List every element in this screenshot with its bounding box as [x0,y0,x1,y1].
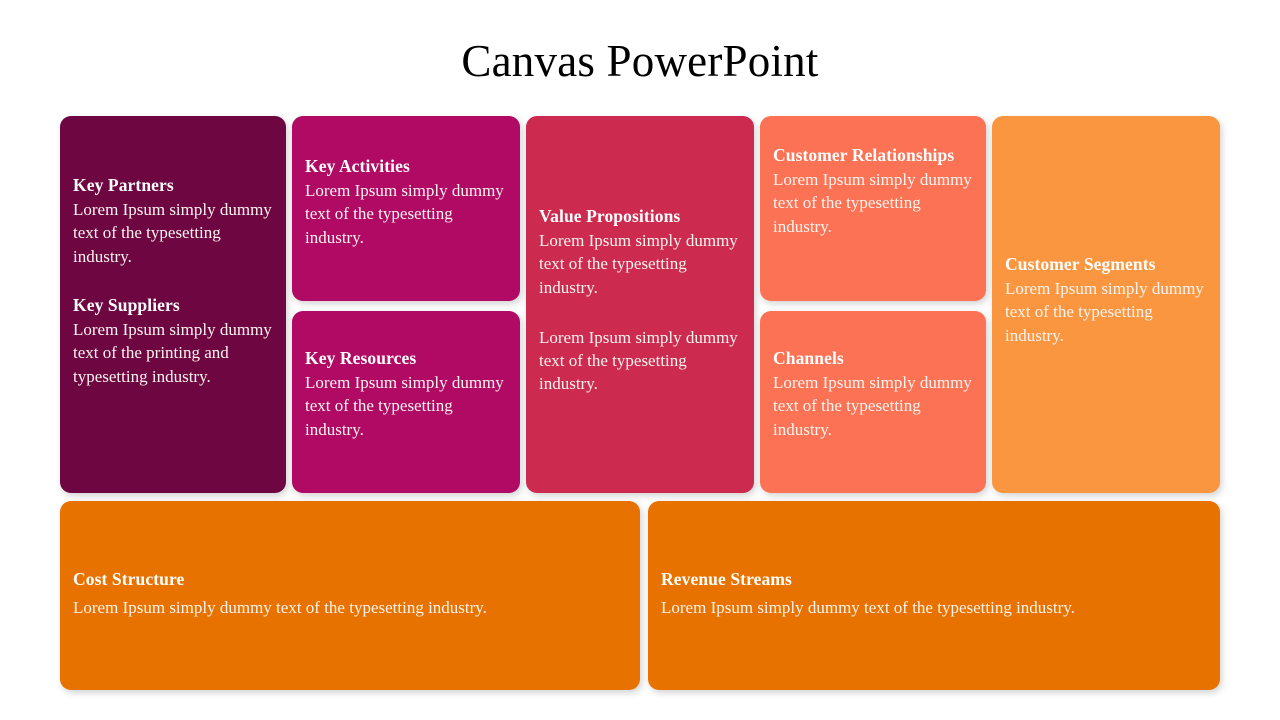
key-activities-body: Lorem Ipsum simply dummy text of the typ… [305,181,504,247]
cost-structure-heading: Cost Structure [73,569,185,589]
value-propositions-body-secondary: Lorem Ipsum simply dummy text of the typ… [539,327,738,394]
key-resources-body: Lorem Ipsum simply dummy text of the typ… [305,373,504,439]
channels-body: Lorem Ipsum simply dummy text of the typ… [773,373,972,439]
canvas-block-key-resources[interactable]: Key Resources Lorem Ipsum simply dummy t… [292,311,520,493]
canvas-block-customer-segments[interactable]: Customer Segments Lorem Ipsum simply dum… [992,116,1220,493]
customer-relationships-heading: Customer Relationships [773,145,955,165]
key-partners-heading: Key Partners [73,175,174,195]
key-partners-content: Key Partners Lorem Ipsum simply dummy te… [60,174,286,388]
customer-segments-content: Customer Segments Lorem Ipsum simply dum… [992,253,1220,347]
revenue-streams-body: Lorem Ipsum simply dummy text of the typ… [661,598,1075,618]
slide-canvas-powerpoint: Canvas PowerPoint Key Partners Lorem Ips… [0,0,1280,720]
canvas-block-cost-structure[interactable]: Cost Structure Lorem Ipsum simply dummy … [60,501,640,690]
key-suppliers-section: Key Suppliers Lorem Ipsum simply dummy t… [73,294,273,388]
channels-heading: Channels [773,348,844,368]
canvas-block-key-partners[interactable]: Key Partners Lorem Ipsum simply dummy te… [60,116,286,493]
value-propositions-heading: Value Propositions [539,206,681,226]
customer-relationships-body: Lorem Ipsum simply dummy text of the typ… [773,170,972,236]
key-resources-content: Key Resources Lorem Ipsum simply dummy t… [292,347,520,441]
key-activities-heading: Key Activities [305,156,410,176]
customer-relationships-content: Customer Relationships Lorem Ipsum simpl… [760,144,986,238]
cost-structure-content: Cost Structure Lorem Ipsum simply dummy … [60,568,640,619]
page-title: Canvas PowerPoint [461,36,819,86]
customer-segments-body: Lorem Ipsum simply dummy text of the typ… [1005,279,1204,345]
key-suppliers-heading: Key Suppliers [73,294,180,315]
canvas-block-key-activities[interactable]: Key Activities Lorem Ipsum simply dummy … [292,116,520,301]
canvas-block-customer-relationships[interactable]: Customer Relationships Lorem Ipsum simpl… [760,116,986,301]
value-propositions-content: Value Propositions Lorem Ipsum simply du… [526,205,754,396]
key-activities-content: Key Activities Lorem Ipsum simply dummy … [292,155,520,249]
cost-structure-body: Lorem Ipsum simply dummy text of the typ… [73,598,487,618]
canvas-block-value-propositions[interactable]: Value Propositions Lorem Ipsum simply du… [526,116,754,493]
key-partners-section: Key Partners Lorem Ipsum simply dummy te… [73,174,273,268]
canvas-block-revenue-streams[interactable]: Revenue Streams Lorem Ipsum simply dummy… [648,501,1220,690]
revenue-streams-content: Revenue Streams Lorem Ipsum simply dummy… [648,568,1220,619]
key-suppliers-body: Lorem Ipsum simply dummy text of the pri… [73,319,272,386]
key-resources-heading: Key Resources [305,348,417,368]
key-partners-body: Lorem Ipsum simply dummy text of the typ… [73,200,272,266]
value-propositions-body: Lorem Ipsum simply dummy text of the typ… [539,231,738,297]
customer-segments-heading: Customer Segments [1005,254,1156,274]
business-model-canvas: Key Partners Lorem Ipsum simply dummy te… [60,116,1220,690]
canvas-block-channels[interactable]: Channels Lorem Ipsum simply dummy text o… [760,311,986,493]
channels-content: Channels Lorem Ipsum simply dummy text o… [760,347,986,441]
revenue-streams-heading: Revenue Streams [661,569,792,589]
